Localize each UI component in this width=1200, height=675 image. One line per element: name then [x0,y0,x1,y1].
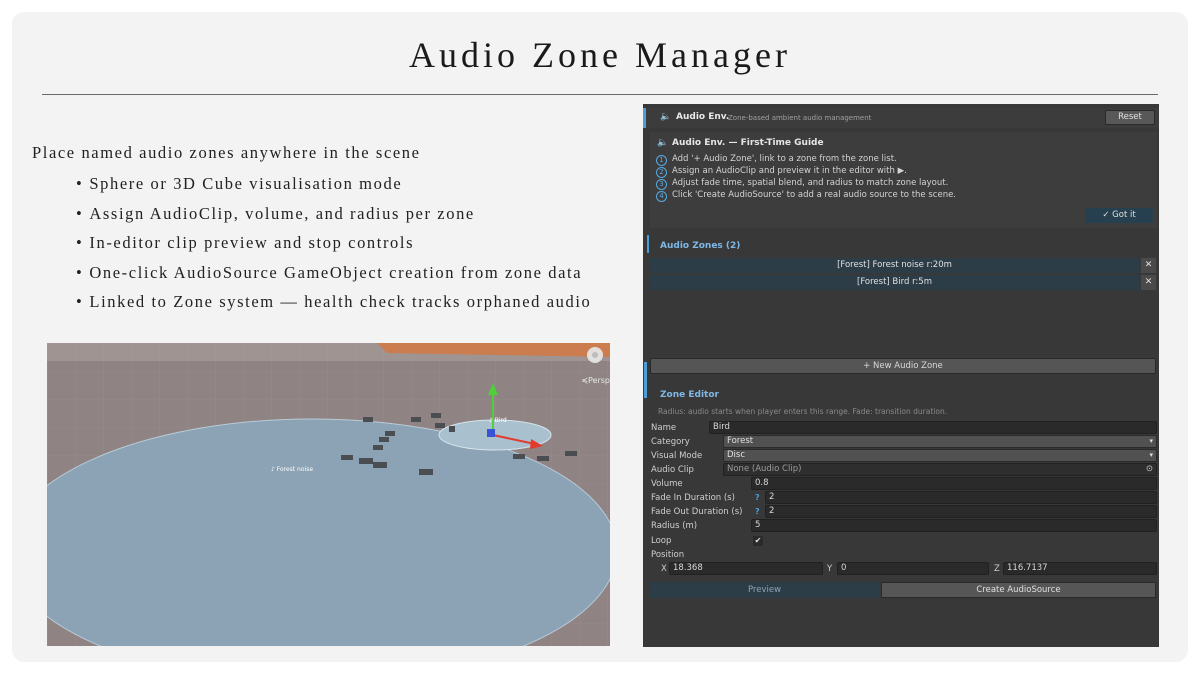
remove-zone-button[interactable]: ✕ [1141,258,1156,273]
audio-clip-value: None (Audio Clip) [727,464,802,474]
bullet-text: In-editor clip preview and stop controls [89,233,415,253]
guide-title: Audio Env. — First-Time Guide [672,138,824,148]
header-subtitle: Zone-based ambient audio management [728,114,872,122]
zone-editor-title: Zone Editor [660,390,719,400]
bullet-text: One-click AudioSource GameObject creatio… [89,262,583,282]
header-title: Audio Env. [676,112,730,122]
audio-clip-field[interactable]: None (Audio Clip) ⊙ [723,463,1157,476]
position-x-field[interactable]: 18.368 [669,562,823,575]
perspective-label[interactable]: ≼Persp [581,376,610,385]
got-it-button[interactable]: ✓ Got it [1085,208,1153,223]
zone-list-item[interactable]: [Forest] Forest noise r:20m [650,258,1139,273]
section-accent [644,362,647,398]
visual-mode-value: Disc [727,450,746,460]
scene-view[interactable]: ≼Persp ♪ Forest noise ♪ Bird [47,343,610,646]
loop-label: Loop [651,536,672,546]
preview-button[interactable]: Preview [650,582,879,598]
bullet-item: • Linked to Zone system — health check tr… [76,292,592,312]
volume-field[interactable]: 0.8 [751,477,1157,490]
speaker-icon: 🔈 [657,138,669,148]
z-axis-label: Z [994,564,1000,574]
y-axis-label: Y [827,564,833,574]
forest-noise-label: ♪ Forest noise [271,466,314,473]
radius-field[interactable]: 5 [751,519,1157,532]
x-axis-label: X [661,564,667,574]
bullet-item: • Assign AudioClip, volume, and radius pe… [76,203,475,223]
step-text: Add '+ Audio Zone', link to a zone from … [672,154,897,164]
step-number: 3 [656,179,667,190]
orientation-gizmo[interactable] [587,347,603,363]
guide-step: 2 Assign an AudioClip and preview it in t… [656,166,907,178]
help-icon[interactable]: ? [755,493,760,502]
audio-zones-title: Audio Zones (2) [660,241,741,251]
first-time-guide: 🔈 Audio Env. — First-Time Guide 1 Add '+ … [650,132,1157,228]
bullet-text: Assign AudioClip, volume, and radius per… [89,203,475,223]
new-audio-zone-button[interactable]: + New Audio Zone [650,358,1156,374]
bullet-text: Linked to Zone system — health check tra… [89,292,592,312]
category-value: Forest [727,436,754,446]
category-dropdown[interactable]: Forest ▾ [723,435,1157,448]
audio-clip-label: Audio Clip [651,465,694,475]
bullet-item: • One-click AudioSource GameObject creati… [76,262,583,282]
name-field[interactable]: Bird [709,421,1157,434]
section-accent [647,235,649,253]
lead-text: Place named audio zones anywhere in the … [32,143,421,162]
guide-step: 1 Add '+ Audio Zone', link to a zone from… [656,154,897,166]
audio-env-inspector: 🔈 Audio Env. Zone-based ambient audio ma… [643,104,1159,647]
zone-list-item[interactable]: [Forest] Bird r:5m [650,275,1139,290]
step-number: 4 [656,191,667,202]
slide-title: Audio Zone Manager [409,35,791,75]
fade-out-label: Fade Out Duration (s) [651,507,743,517]
step-number: 2 [656,167,667,178]
visual-mode-dropdown[interactable]: Disc ▾ [723,449,1157,462]
inspector-header: 🔈 Audio Env. Zone-based ambient audio ma… [643,108,1159,128]
step-text: Adjust fade time, spatial blend, and rad… [672,178,949,188]
create-audiosource-button[interactable]: Create AudioSource [881,582,1156,598]
chevron-down-icon: ▾ [1149,437,1153,445]
bullet-item: • In-editor clip preview and stop control… [76,233,415,253]
bird-label: ♪ Bird [489,417,507,424]
scene-canvas [47,343,610,646]
step-text: Assign an AudioClip and preview it in th… [672,166,907,176]
bullet-item: • Sphere or 3D Cube visualisation mode [76,174,403,193]
guide-step: 3 Adjust fade time, spatial blend, and ra… [656,178,948,190]
volume-label: Volume [651,479,683,489]
title-divider [42,94,1158,95]
speaker-icon: 🔈 [660,112,672,122]
chevron-down-icon: ▾ [1149,451,1153,459]
reset-button[interactable]: Reset [1105,110,1155,125]
position-label: Position [651,550,685,560]
fade-out-field[interactable]: 2 [765,505,1157,518]
position-y-field[interactable]: 0 [837,562,989,575]
visual-mode-label: Visual Mode [651,451,703,461]
step-text: Click 'Create AudioSource' to add a real… [672,190,957,200]
help-icon[interactable]: ? [755,507,760,516]
object-picker-icon[interactable]: ⊙ [1146,464,1153,475]
feature-list: Place named audio zones anywhere in the … [32,143,591,322]
radius-label: Radius (m) [651,521,698,531]
guide-step: 4 Click 'Create AudioSource' to add a rea… [656,190,956,202]
fade-in-label: Fade In Duration (s) [651,493,735,503]
fade-in-field[interactable]: 2 [765,491,1157,504]
category-label: Category [651,437,690,447]
step-number: 1 [656,155,667,166]
loop-checkbox[interactable]: ✔ [753,536,763,546]
position-z-field[interactable]: 116.7137 [1003,562,1157,575]
name-label: Name [651,423,677,433]
zone-editor-hint: Radius: audio starts when player enters … [658,407,948,416]
bullet-text: Sphere or 3D Cube visualisation mode [89,174,403,193]
remove-zone-button[interactable]: ✕ [1141,275,1156,290]
